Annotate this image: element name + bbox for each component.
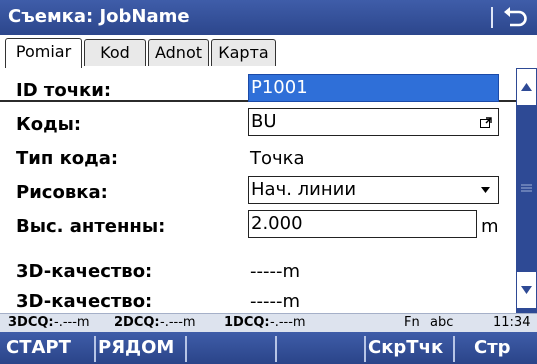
- softkey-bar: СТАРТ РЯДОМ СкрТчк Стр: [0, 332, 537, 364]
- softkey-separator: [185, 336, 187, 362]
- tab-kod[interactable]: Kod: [84, 39, 146, 66]
- softkey-separator: [453, 336, 455, 362]
- tab-strip: Pomiar Kod Adnot Карта: [0, 35, 537, 102]
- softkey-separator: [364, 336, 366, 362]
- dcq2d-value: -.---m: [160, 315, 196, 330]
- scroll-thumb[interactable]: [519, 180, 534, 194]
- return-arrow-icon: [504, 7, 527, 27]
- dcq1d-label: 1DCQ:: [224, 315, 270, 330]
- back-button[interactable]: [498, 2, 532, 33]
- codes-input[interactable]: BU: [248, 108, 499, 136]
- tab-adnot[interactable]: Adnot: [148, 39, 209, 66]
- dcq3d-value: -.---m: [54, 315, 90, 330]
- antenna-height-input[interactable]: 2.000: [248, 210, 477, 238]
- quality-3d-value: -----m: [250, 261, 301, 282]
- hide-point-button[interactable]: СкрТчк: [368, 332, 443, 364]
- clock: 11:34: [493, 315, 531, 330]
- softkey-separator: [94, 336, 96, 362]
- near-button[interactable]: РЯДОМ: [98, 332, 174, 364]
- start-button[interactable]: СТАРТ: [6, 332, 71, 364]
- tab-pomiar[interactable]: Pomiar: [5, 38, 82, 68]
- antenna-height-unit: m: [481, 216, 499, 237]
- survey-form: ID точки: P1001 Коды: BU Тип кода: Точка…: [0, 68, 516, 313]
- scroll-down-button[interactable]: [517, 272, 536, 308]
- quality-3d-label-2: 3D-качество:: [16, 291, 153, 312]
- title-bar: Съемка: JobName: [0, 0, 537, 35]
- drawing-label: Рисовка:: [16, 182, 108, 203]
- page-button[interactable]: Стр: [474, 332, 511, 364]
- scroll-up-button[interactable]: [517, 69, 536, 105]
- grip-icon: [521, 184, 532, 192]
- fn-indicator: Fn: [404, 315, 420, 330]
- code-type-label: Тип кода:: [16, 148, 119, 169]
- status-bar: 3DCQ: -.---m 2DCQ: -.---m 1DCQ: -.---m F…: [0, 313, 537, 332]
- dcq2d-label: 2DCQ:: [114, 315, 160, 330]
- quality-3d-label: 3D-качество:: [16, 261, 153, 282]
- softkey-separator: [275, 336, 277, 362]
- arrow-down-icon: [521, 286, 532, 294]
- codes-label: Коды:: [16, 114, 82, 135]
- tab-map[interactable]: Карта: [211, 39, 276, 66]
- input-mode: abc: [430, 315, 454, 330]
- vertical-scrollbar[interactable]: [516, 68, 537, 313]
- drawing-value: Нач. линии: [251, 179, 357, 200]
- chevron-down-icon: [481, 187, 490, 193]
- title-separator: [491, 7, 493, 28]
- antenna-height-label: Выс. антенны:: [16, 216, 166, 237]
- dcq3d-label: 3DCQ:: [8, 315, 54, 330]
- point-id-label: ID точки:: [16, 80, 112, 101]
- drawing-dropdown[interactable]: Нач. линии: [248, 176, 499, 204]
- quality-3d-value-2: -----m: [250, 291, 301, 312]
- point-id-input[interactable]: P1001: [248, 74, 499, 102]
- code-list-icon[interactable]: [480, 117, 492, 128]
- codes-value: BU: [251, 111, 277, 132]
- code-type-value: Точка: [250, 148, 305, 169]
- dcq1d-value: -.---m: [270, 315, 306, 330]
- window-title: Съемка: JobName: [8, 6, 190, 27]
- arrow-up-icon: [521, 83, 532, 91]
